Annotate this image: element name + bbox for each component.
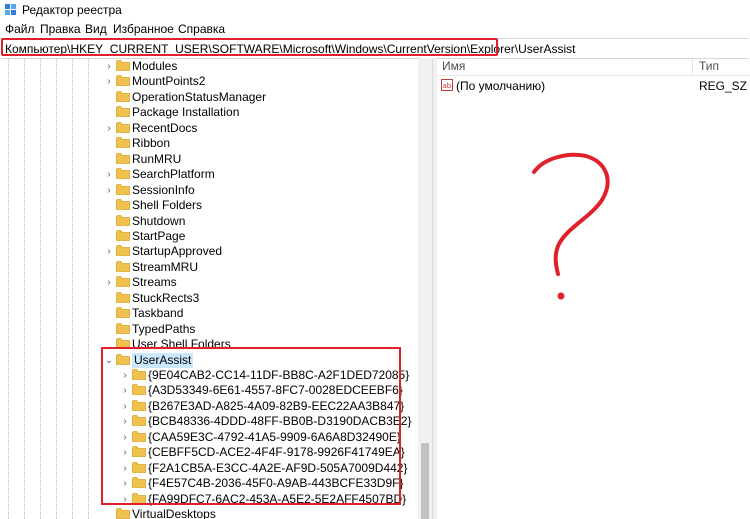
folder-icon	[116, 215, 130, 226]
tree-item[interactable]: OperationStatusManager	[104, 90, 400, 105]
column-header-type[interactable]: Тип	[699, 58, 719, 75]
title-bar: Редактор реестра	[0, 0, 750, 20]
tree-item-label: StuckRects3	[132, 291, 200, 305]
tree-item-label: Shell Folders	[132, 198, 203, 212]
chevron-right-icon[interactable]: ›	[104, 275, 114, 290]
folder-icon	[116, 75, 130, 86]
regedit-icon	[5, 4, 16, 15]
folder-icon	[116, 137, 130, 148]
chevron-right-icon[interactable]: ›	[104, 59, 114, 74]
chevron-right-icon[interactable]: ›	[104, 74, 114, 89]
tree-item[interactable]: StartPage	[104, 229, 400, 244]
tree-item-label: Ribbon	[132, 136, 171, 150]
tree-item-label: StartPage	[132, 229, 186, 243]
tree-item[interactable]: Shell Folders	[104, 198, 400, 213]
tree-item-label: RunMRU	[132, 152, 182, 166]
question-mark-annotation	[532, 152, 610, 300]
menu-file[interactable]: Файл	[5, 22, 35, 36]
tree-guide-line	[40, 58, 41, 519]
folder-icon	[116, 307, 130, 318]
tree-item-label: Modules	[132, 59, 178, 73]
tree-item-label: Shutdown	[132, 214, 186, 228]
tree-guide-line	[8, 58, 9, 519]
folder-icon	[116, 292, 130, 303]
tree-scrollbar[interactable]	[418, 58, 432, 519]
tree-item[interactable]: › StartupApproved	[104, 244, 400, 259]
tree-guide-line	[56, 58, 57, 519]
header-divider	[437, 75, 750, 76]
tree-guide-line	[24, 58, 25, 519]
tree-item[interactable]: › Streams	[104, 275, 400, 290]
chevron-right-icon[interactable]: ›	[104, 244, 114, 259]
chevron-right-icon[interactable]: ›	[104, 121, 114, 136]
tree-item[interactable]: › SearchPlatform	[104, 167, 400, 182]
tree-item[interactable]: › RecentDocs	[104, 121, 400, 136]
menu-bar: Файл Правка Вид Избранное Справка	[0, 20, 750, 38]
tree-item-label: SessionInfo	[132, 183, 195, 197]
folder-icon	[116, 106, 130, 117]
tree-guide-line	[72, 58, 73, 519]
tree-item[interactable]: › MountPoints2	[104, 74, 400, 89]
column-separator[interactable]	[692, 59, 693, 74]
tree-item-label: Streams	[132, 275, 177, 289]
folder-icon	[116, 168, 130, 179]
tree-item[interactable]: Taskband	[104, 306, 400, 321]
svg-text:ab: ab	[443, 82, 452, 90]
tree-item[interactable]: Ribbon	[104, 136, 400, 151]
tree-item-label: VirtualDesktops	[132, 507, 216, 519]
folder-icon	[116, 184, 130, 195]
folder-icon	[116, 60, 130, 71]
folder-icon	[116, 245, 130, 256]
tree-item[interactable]: StuckRects3	[104, 291, 400, 306]
window-title: Редактор реестра	[22, 3, 122, 17]
folder-icon	[116, 276, 130, 287]
scrollbar-thumb[interactable]	[421, 443, 429, 519]
folder-icon	[116, 199, 130, 210]
string-value-icon: ab	[441, 79, 453, 91]
tree-item[interactable]: › SessionInfo	[104, 183, 400, 198]
tree-item-label: OperationStatusManager	[132, 90, 267, 104]
menu-edit[interactable]: Правка	[40, 22, 81, 36]
value-row[interactable]: ab (По умолчанию) REG_SZ	[437, 78, 750, 94]
folder-icon	[116, 122, 130, 133]
tree-item[interactable]: VirtualDesktops	[104, 507, 400, 519]
menu-help[interactable]: Справка	[178, 22, 225, 36]
tree-item[interactable]: StreamMRU	[104, 260, 400, 275]
folder-icon	[116, 323, 130, 334]
tree-item-label: StartupApproved	[132, 244, 223, 258]
folder-icon	[116, 508, 130, 519]
folder-icon	[116, 261, 130, 272]
tree-item[interactable]: RunMRU	[104, 152, 400, 167]
folder-icon	[116, 91, 130, 102]
tree-item-label: MountPoints2	[132, 74, 206, 88]
folder-icon	[116, 230, 130, 241]
tree-item[interactable]: Shutdown	[104, 214, 400, 229]
annotation-box-userassist	[101, 347, 401, 505]
tree-item-label: StreamMRU	[132, 260, 199, 274]
tree-item-label: TypedPaths	[132, 322, 196, 336]
tree-item[interactable]: TypedPaths	[104, 322, 400, 337]
menu-view[interactable]: Вид	[85, 22, 107, 36]
value-name: (По умолчанию)	[456, 79, 546, 93]
chevron-right-icon[interactable]: ›	[104, 183, 114, 198]
chevron-right-icon[interactable]: ›	[104, 167, 114, 182]
tree-item-label: Package Installation	[132, 105, 240, 119]
annotation-box-address	[1, 38, 498, 56]
menu-favorites[interactable]: Избранное	[113, 22, 174, 36]
tree-guide-line	[88, 58, 89, 519]
tree-item-label: RecentDocs	[132, 121, 198, 135]
column-header-name[interactable]: Имя	[442, 58, 465, 75]
tree-item[interactable]: Package Installation	[104, 105, 400, 120]
folder-icon	[116, 153, 130, 164]
value-type: REG_SZ	[699, 79, 748, 93]
tree-item-label: Taskband	[132, 306, 184, 320]
tree-item-label: SearchPlatform	[132, 167, 215, 181]
tree-item[interactable]: › Modules	[104, 59, 400, 74]
